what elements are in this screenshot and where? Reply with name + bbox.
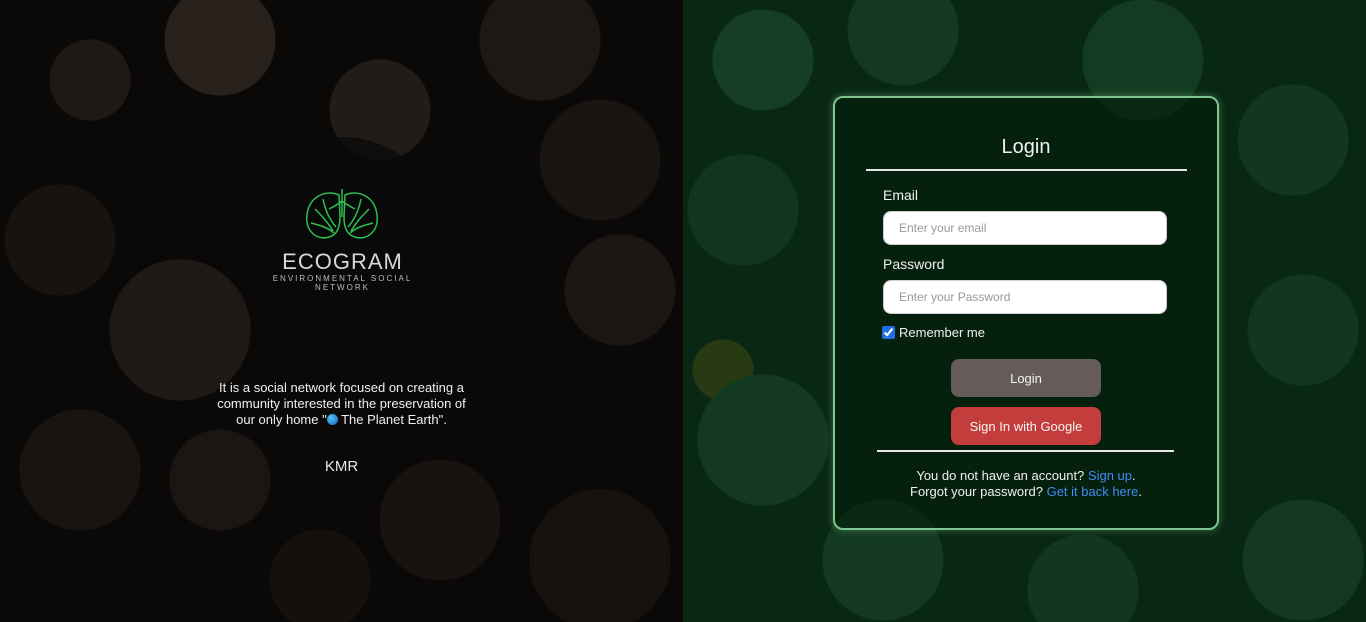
bottom-divider [877,450,1174,452]
remember-me-row: Remember me [882,325,985,340]
remember-me-label[interactable]: Remember me [899,325,985,340]
login-form: Login Email Password Remember me Login S… [833,96,1219,530]
forgot-password-line: Forgot your password? Get it back here. [835,484,1217,499]
google-sign-in-button[interactable]: Sign In with Google [951,407,1101,445]
login-title: Login [1001,136,1051,158]
remember-me-checkbox[interactable] [882,326,895,339]
email-label: Email [883,187,919,203]
signup-link[interactable]: Sign up [1088,468,1132,483]
forgot-period: . [1138,484,1142,499]
brand-name: ECOGRAM [282,249,403,274]
brand-tagline: ENVIRONMENTAL SOCIAL NETWORK [272,274,413,292]
app-description: It is a social network focused on creati… [215,380,468,428]
signup-period: . [1132,468,1136,483]
signup-line: You do not have an account? Sign up. [835,468,1217,483]
email-input[interactable] [883,211,1167,245]
password-label: Password [883,256,945,272]
signup-prompt: You do not have an account? [916,468,1085,483]
login-button[interactable]: Login [951,359,1101,397]
forgot-prompt: Forgot your password? [910,484,1043,499]
author-signature: KMR [324,458,359,475]
password-input[interactable] [883,280,1167,314]
forgot-password-link[interactable]: Get it back here [1047,484,1139,499]
lungs-leaf-icon [306,189,378,239]
brand-logo: ECOGRAM ENVIRONMENTAL SOCIAL NETWORK [240,137,445,342]
earth-globe-icon [326,414,338,425]
title-divider [866,169,1187,171]
description-text-end: The Planet Earth". [337,412,447,427]
